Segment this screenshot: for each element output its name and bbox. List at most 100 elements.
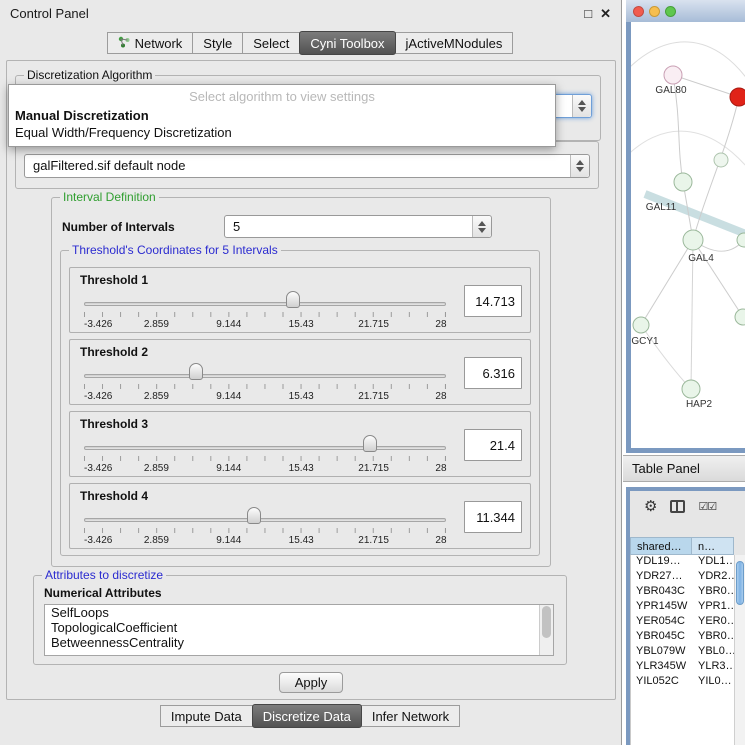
cell[interactable]: YDR27… bbox=[631, 570, 693, 585]
cell[interactable]: YER0… bbox=[693, 615, 734, 630]
slider-thumb[interactable] bbox=[286, 291, 300, 308]
network-node[interactable] bbox=[682, 380, 700, 398]
slider-thumb[interactable] bbox=[363, 435, 377, 452]
scrollbar-thumb[interactable] bbox=[542, 606, 551, 638]
cell[interactable]: YDR2… bbox=[693, 570, 734, 585]
table-data-combobox[interactable]: galFiltered.sif default node bbox=[24, 154, 590, 178]
table-data-group: Table Data galFiltered.sif default node bbox=[15, 141, 599, 189]
network-edge[interactable] bbox=[641, 240, 693, 325]
threshold-slider[interactable]: -3.4262.8599.14415.4321.71528 bbox=[84, 348, 446, 404]
close-traffic-light-icon[interactable] bbox=[633, 6, 644, 17]
table-panel-header[interactable]: Table Panel bbox=[623, 455, 745, 482]
list-item[interactable]: BetweennessCentrality bbox=[45, 635, 553, 650]
minimize-traffic-light-icon[interactable] bbox=[649, 6, 660, 17]
cell[interactable]: YBL079W bbox=[631, 645, 693, 660]
threshold-value-field[interactable] bbox=[464, 501, 522, 533]
group-title: Attributes to discretize bbox=[42, 568, 166, 582]
list-item[interactable]: SelfLoops bbox=[45, 605, 553, 620]
select-columns-checkboxes-icon[interactable]: ☑☑ bbox=[698, 500, 716, 513]
column-header-shared-name[interactable]: shared… bbox=[630, 537, 692, 555]
table-scrollbar[interactable] bbox=[734, 555, 745, 745]
gear-icon[interactable]: ⚙ bbox=[644, 499, 657, 514]
tab-select[interactable]: Select bbox=[242, 32, 300, 54]
attributes-listbox[interactable]: SelfLoops TopologicalCoefficient Between… bbox=[44, 604, 554, 656]
tab-style[interactable]: Style bbox=[192, 32, 243, 54]
slider-thumb[interactable] bbox=[247, 507, 261, 524]
table-panel-title: Table Panel bbox=[632, 461, 700, 476]
network-node[interactable] bbox=[683, 230, 703, 250]
scale-label: 21.715 bbox=[358, 535, 389, 546]
threshold-value-field[interactable] bbox=[464, 357, 522, 389]
number-of-intervals-combobox[interactable]: 5 bbox=[224, 215, 492, 238]
slider-track[interactable] bbox=[84, 302, 446, 306]
tab-discretize-data[interactable]: Discretize Data bbox=[252, 704, 362, 728]
table-row[interactable]: YDR27…YDR2… bbox=[631, 570, 734, 585]
column-header-name[interactable]: n… bbox=[692, 537, 734, 555]
dropdown-option-equal-width-frequency[interactable]: Equal Width/Frequency Discretization bbox=[9, 124, 555, 141]
scrollbar-thumb[interactable] bbox=[736, 561, 744, 605]
cell[interactable]: YER054C bbox=[631, 615, 693, 630]
network-node[interactable] bbox=[633, 317, 649, 333]
table-row[interactable]: YBR043CYBR0… bbox=[631, 585, 734, 600]
network-window-titlebar[interactable] bbox=[626, 0, 745, 22]
table-row[interactable]: YPR145WYPR1… bbox=[631, 600, 734, 615]
list-scrollbar[interactable] bbox=[539, 605, 553, 655]
scale-label: 2.859 bbox=[144, 319, 169, 330]
cell[interactable]: YBR0… bbox=[693, 630, 734, 645]
list-item[interactable]: TopologicalCoefficient bbox=[45, 620, 553, 635]
network-edge[interactable] bbox=[631, 42, 745, 92]
threshold-value-field[interactable] bbox=[464, 285, 522, 317]
table-row[interactable]: YBL079WYBL0… bbox=[631, 645, 734, 660]
apply-button[interactable]: Apply bbox=[279, 672, 343, 693]
cell[interactable]: YLR345W bbox=[631, 660, 693, 675]
table-row[interactable]: YLR345WYLR3… bbox=[631, 660, 734, 675]
slider-track[interactable] bbox=[84, 446, 446, 450]
combo-stepper-icon[interactable] bbox=[572, 95, 591, 117]
cell[interactable]: YLR3… bbox=[693, 660, 734, 675]
cell[interactable]: YBR0… bbox=[693, 585, 734, 600]
network-node[interactable] bbox=[735, 309, 745, 325]
dropdown-option-manual-discretization[interactable]: Manual Discretization bbox=[9, 107, 555, 124]
network-node[interactable] bbox=[714, 153, 728, 167]
threshold-slider[interactable]: -3.4262.8599.14415.4321.71528 bbox=[84, 276, 446, 332]
network-edge[interactable] bbox=[693, 240, 743, 317]
slider-thumb[interactable] bbox=[189, 363, 203, 380]
tab-impute-data[interactable]: Impute Data bbox=[160, 705, 253, 727]
tab-cyni-toolbox[interactable]: Cyni Toolbox bbox=[299, 31, 395, 55]
combo-stepper-icon[interactable] bbox=[472, 216, 491, 237]
cell[interactable]: YDL19… bbox=[631, 555, 693, 570]
slider-track[interactable] bbox=[84, 518, 446, 522]
table-row[interactable]: YBR045CYBR0… bbox=[631, 630, 734, 645]
slider-track[interactable] bbox=[84, 374, 446, 378]
cell[interactable]: YIL0… bbox=[693, 675, 734, 690]
zoom-traffic-light-icon[interactable] bbox=[665, 6, 676, 17]
network-node[interactable] bbox=[664, 66, 682, 84]
tab-jactivemnodules[interactable]: jActiveMNodules bbox=[395, 32, 514, 54]
threshold-slider[interactable]: -3.4262.8599.14415.4321.71528 bbox=[84, 492, 446, 548]
cell[interactable]: YDL1… bbox=[693, 555, 734, 570]
combo-stepper-icon[interactable] bbox=[570, 155, 589, 177]
float-window-icon[interactable]: □ bbox=[584, 7, 592, 20]
scale-label: 9.144 bbox=[216, 391, 241, 402]
table-row[interactable]: YER054CYER0… bbox=[631, 615, 734, 630]
threshold-slider[interactable]: -3.4262.8599.14415.4321.71528 bbox=[84, 420, 446, 476]
control-panel-titlebar[interactable]: Control Panel □ ✕ bbox=[0, 0, 621, 26]
network-edge[interactable] bbox=[641, 325, 691, 389]
cell[interactable]: YPR145W bbox=[631, 600, 693, 615]
cell[interactable]: YBL0… bbox=[693, 645, 734, 660]
tab-network[interactable]: Network bbox=[107, 32, 194, 54]
network-canvas[interactable]: GAL80GAL11GAL4GCY1HAP2 bbox=[631, 22, 745, 448]
algorithm-dropdown-popup: Select algorithm to view settings Manual… bbox=[8, 84, 556, 147]
table-row[interactable]: YDL19…YDL1… bbox=[631, 555, 734, 570]
close-window-icon[interactable]: ✕ bbox=[600, 7, 611, 20]
cell[interactable]: YBR043C bbox=[631, 585, 693, 600]
columns-icon[interactable] bbox=[670, 500, 685, 513]
cell[interactable]: YPR1… bbox=[693, 600, 734, 615]
cell[interactable]: YIL052C bbox=[631, 675, 693, 690]
tab-infer-network[interactable]: Infer Network bbox=[361, 705, 460, 727]
cell[interactable]: YBR045C bbox=[631, 630, 693, 645]
network-node[interactable] bbox=[674, 173, 692, 191]
table-row[interactable]: YIL052CYIL0… bbox=[631, 675, 734, 690]
network-node[interactable] bbox=[730, 88, 745, 106]
threshold-value-field[interactable] bbox=[464, 429, 522, 461]
